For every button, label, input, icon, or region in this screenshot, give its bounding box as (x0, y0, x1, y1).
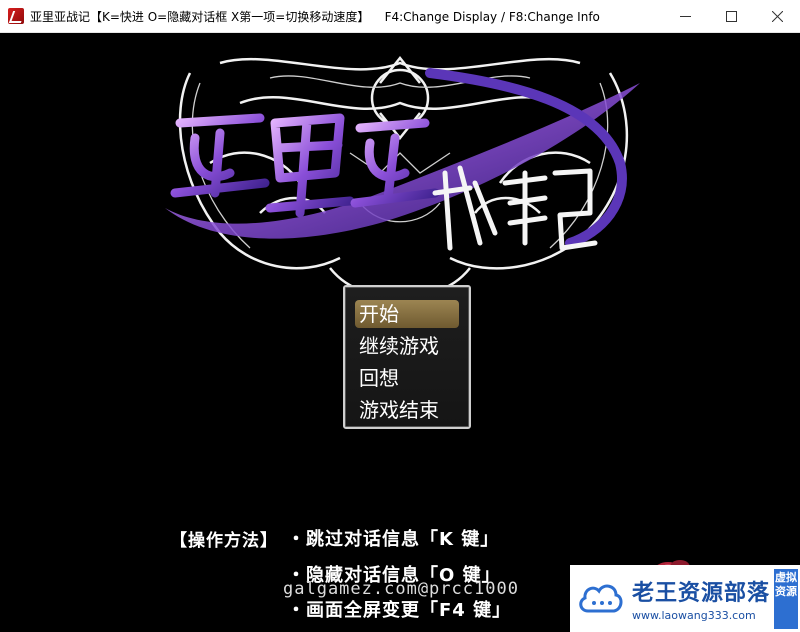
menu-item-recollection[interactable]: 回想 (355, 364, 399, 392)
menu-item-end-game[interactable]: 游戏结束 (355, 396, 439, 424)
instructions-heading: 【操作方法】 (170, 531, 278, 551)
close-icon (771, 11, 783, 22)
maximize-button[interactable] (708, 0, 754, 33)
instruction-skip: ・跳过对话信息「K 键」 (287, 529, 500, 550)
window-title: 亚里亚战记【K=快进 O=隐藏对话框 X第一项=切换移动速度】 F4:Chang… (30, 9, 600, 24)
window-controls (662, 0, 800, 33)
cloud-logo-icon (570, 565, 630, 632)
minimize-button[interactable] (662, 0, 708, 33)
maximize-icon (725, 11, 737, 22)
instruction-fullscreen: ・画面全屏变更「F4 键」 (287, 600, 512, 621)
window-titlebar[interactable]: 亚里亚战记【K=快进 O=隐藏对话框 X第一项=切换移动速度】 F4:Chang… (0, 0, 800, 33)
menu-item-start[interactable]: 开始 (355, 300, 459, 328)
badge-url: www.laowang333.com (632, 609, 756, 622)
title-menu: 开始 继续游戏 回想 游戏结束 (343, 285, 471, 429)
badge-title: 老王资源部落 (632, 581, 771, 606)
badge-stamp: 虚拟资源 (774, 568, 798, 629)
minimize-icon (679, 16, 691, 17)
app-icon (8, 8, 24, 24)
overlay-watermark: galgamez.com@prcc1000 (283, 579, 519, 599)
game-screen[interactable]: 开始 继续游戏 回想 游戏结束 【操作方法】 ・跳过对话信息「K 键」 ・隐藏对… (0, 33, 800, 632)
close-button[interactable] (754, 0, 800, 33)
game-logo (165, 55, 640, 295)
menu-item-continue[interactable]: 继续游戏 (355, 332, 439, 360)
badge-text: 老王资源部落 www.laowang333.com (630, 575, 774, 622)
site-badge: 老王资源部落 www.laowang333.com 虚拟资源 (570, 565, 800, 632)
